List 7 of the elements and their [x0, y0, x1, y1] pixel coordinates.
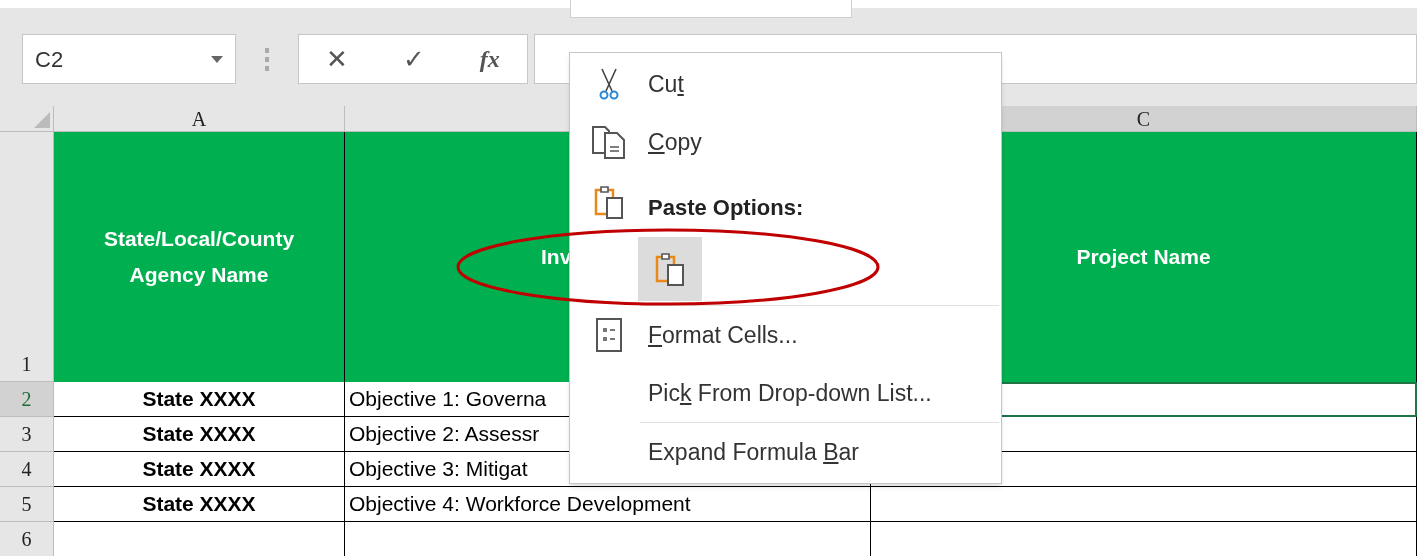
table-cell: Objective 4: Workforce Development	[345, 487, 871, 522]
table-cell: State XXXX	[54, 487, 345, 522]
table-cell: State/Local/County Agency Name	[54, 132, 345, 382]
table-cell: State XXXX	[54, 452, 345, 487]
paste-options-heading: Paste Options:	[648, 193, 804, 222]
table-cell: State XXXX	[54, 382, 345, 417]
table-cell: State XXXX	[54, 417, 345, 452]
